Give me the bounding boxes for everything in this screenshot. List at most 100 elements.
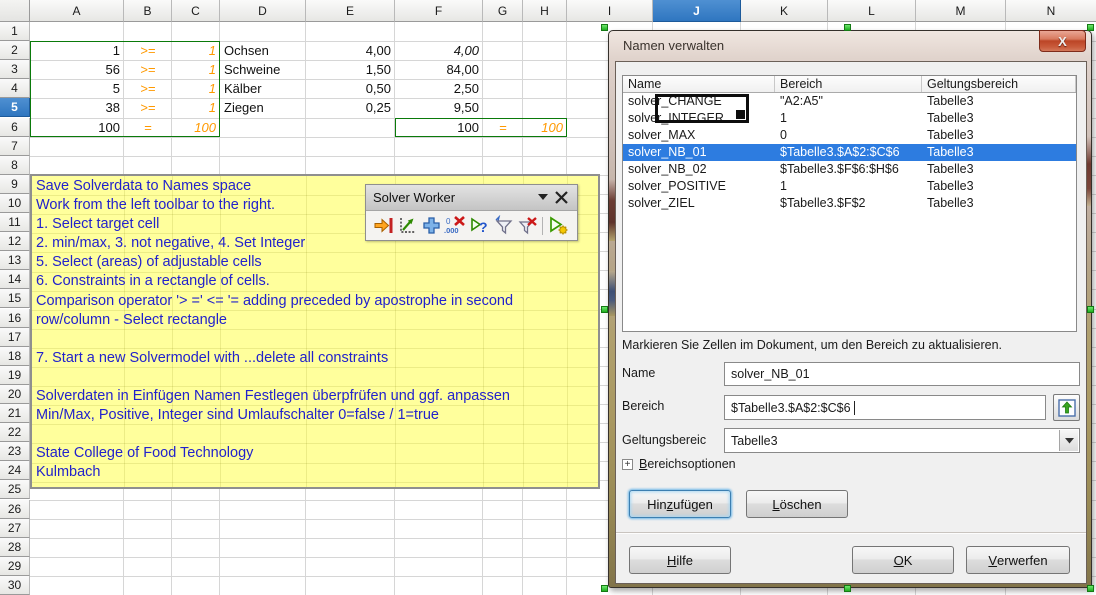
cell-F2[interactable]: 4,00: [395, 42, 483, 60]
row-header-6[interactable]: 6: [0, 118, 30, 137]
column-header-F[interactable]: F: [395, 0, 483, 22]
filter-icon[interactable]: [491, 215, 515, 237]
cell-C4[interactable]: 1: [172, 80, 220, 98]
column-header-G[interactable]: G: [483, 0, 523, 22]
row-header-24[interactable]: 24: [0, 461, 30, 480]
help-button[interactable]: Hilfe: [629, 546, 731, 574]
list-header-cell[interactable]: Bereich: [775, 76, 922, 92]
cell-A2[interactable]: 1: [30, 42, 124, 60]
add-constraint-icon[interactable]: [419, 215, 443, 237]
selection-handle[interactable]: [601, 24, 608, 31]
row-header-30[interactable]: 30: [0, 576, 30, 595]
name-list-row[interactable]: solver_POSITIVE1Tabelle3: [623, 178, 1076, 195]
shrink-range-button[interactable]: [1053, 394, 1080, 421]
minmax-chart-icon[interactable]: [395, 215, 419, 237]
cell-A4[interactable]: 5: [30, 80, 124, 98]
column-header-D[interactable]: D: [220, 0, 306, 22]
cell-C6[interactable]: 100: [172, 119, 220, 137]
cell-B3[interactable]: >=: [124, 61, 172, 79]
selection-handle[interactable]: [1087, 585, 1094, 592]
add-button[interactable]: Hinzufügen: [629, 490, 731, 518]
row-header-27[interactable]: 27: [0, 519, 30, 538]
row-header-15[interactable]: 15: [0, 289, 30, 308]
toolbar-close-icon[interactable]: [552, 188, 570, 208]
column-header-N[interactable]: N: [1006, 0, 1096, 22]
column-header-H[interactable]: H: [523, 0, 567, 22]
bereich-field[interactable]: $Tabelle3.$A$2:$C$6: [724, 395, 1046, 420]
selection-handle[interactable]: [844, 24, 851, 31]
row-header-7[interactable]: 7: [0, 137, 30, 156]
row-header-26[interactable]: 26: [0, 500, 30, 519]
row-header-20[interactable]: 20: [0, 385, 30, 404]
cell-D3[interactable]: Schweine: [220, 61, 306, 79]
row-header-9[interactable]: 9: [0, 175, 30, 194]
row-header-2[interactable]: 2: [0, 41, 30, 60]
cell-D4[interactable]: Kälber: [220, 80, 306, 98]
column-header-E[interactable]: E: [306, 0, 395, 22]
cell-C5[interactable]: 1: [172, 99, 220, 117]
row-header-1[interactable]: 1: [0, 22, 30, 41]
toolbar-menu-chevron-down-icon[interactable]: [534, 188, 552, 208]
row-header-14[interactable]: 14: [0, 270, 30, 289]
list-header-cell[interactable]: Name: [623, 76, 775, 92]
row-header-21[interactable]: 21: [0, 404, 30, 423]
cell-C2[interactable]: 1: [172, 42, 220, 60]
row-header-10[interactable]: 10: [0, 194, 30, 213]
column-header-I[interactable]: I: [567, 0, 653, 22]
target-cell-icon[interactable]: [371, 215, 395, 237]
column-header-J[interactable]: J: [653, 0, 741, 22]
row-header-17[interactable]: 17: [0, 328, 30, 347]
column-header-M[interactable]: M: [916, 0, 1006, 22]
select-all-corner[interactable]: [0, 0, 30, 22]
cell-F4[interactable]: 2,50: [395, 80, 483, 98]
row-header-23[interactable]: 23: [0, 442, 30, 461]
name-list-row[interactable]: solver_MAX0Tabelle3: [623, 127, 1076, 144]
name-list-row[interactable]: solver_ZIEL$Tabelle3.$F$2Tabelle3: [623, 195, 1076, 212]
chevron-down-icon[interactable]: [1059, 430, 1078, 451]
toolbar-titlebar[interactable]: Solver Worker: [366, 185, 577, 211]
row-header-8[interactable]: 8: [0, 156, 30, 175]
cell-B4[interactable]: >=: [124, 80, 172, 98]
row-header-5[interactable]: 5: [0, 98, 30, 117]
cell-A3[interactable]: 56: [30, 61, 124, 79]
delete-button[interactable]: Löschen: [746, 490, 848, 518]
ok-button[interactable]: OK: [852, 546, 954, 574]
annotation-rectangle[interactable]: [655, 94, 749, 123]
name-field[interactable]: solver_NB_01: [724, 362, 1080, 386]
delete-filter-icon[interactable]: [515, 215, 539, 237]
run-solver-icon[interactable]: [546, 215, 570, 237]
check-model-icon[interactable]: ?: [467, 215, 491, 237]
cell-G6[interactable]: =: [483, 119, 523, 137]
column-header-B[interactable]: B: [124, 0, 172, 22]
cell-E4[interactable]: 0,50: [306, 80, 395, 98]
row-header-29[interactable]: 29: [0, 557, 30, 576]
row-header-11[interactable]: 11: [0, 213, 30, 232]
cell-F5[interactable]: 9,50: [395, 99, 483, 117]
discard-button[interactable]: Verwerfen: [966, 546, 1070, 574]
selection-handle[interactable]: [844, 585, 851, 592]
cell-B2[interactable]: >=: [124, 42, 172, 60]
row-header-3[interactable]: 3: [0, 60, 30, 79]
cell-H6[interactable]: 100: [523, 119, 567, 137]
integer-toggle-icon[interactable]: 0 .000: [443, 215, 467, 237]
row-header-13[interactable]: 13: [0, 251, 30, 270]
cell-F6[interactable]: 100: [395, 119, 483, 137]
cell-F3[interactable]: 84,00: [395, 61, 483, 79]
row-header-25[interactable]: 25: [0, 480, 30, 499]
range-options-expander[interactable]: + Bereichsoptionen: [622, 457, 736, 471]
row-header-12[interactable]: 12: [0, 232, 30, 251]
column-header-C[interactable]: C: [172, 0, 220, 22]
row-header-16[interactable]: 16: [0, 309, 30, 328]
cell-E2[interactable]: 4,00: [306, 42, 395, 60]
column-header-A[interactable]: A: [30, 0, 124, 22]
annotation-handle[interactable]: [736, 110, 745, 119]
cell-E3[interactable]: 1,50: [306, 61, 395, 79]
row-header-19[interactable]: 19: [0, 366, 30, 385]
cell-B5[interactable]: >=: [124, 99, 172, 117]
selection-handle[interactable]: [601, 585, 608, 592]
cell-A5[interactable]: 38: [30, 99, 124, 117]
cell-B6[interactable]: =: [124, 119, 172, 137]
list-header-cell[interactable]: Geltungsbereich: [922, 76, 1076, 92]
cell-D2[interactable]: Ochsen: [220, 42, 306, 60]
row-header-28[interactable]: 28: [0, 538, 30, 557]
